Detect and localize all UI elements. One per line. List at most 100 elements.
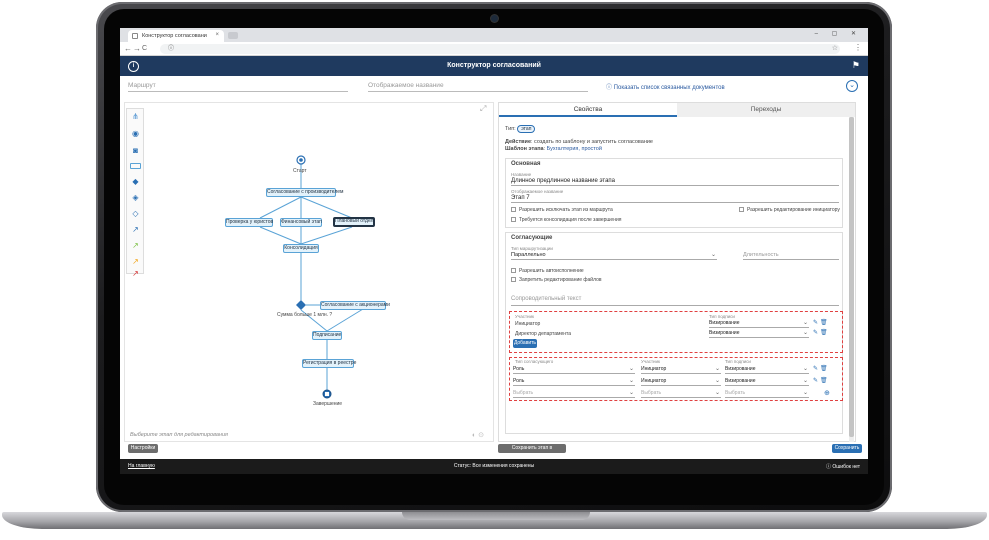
node-finance-stage[interactable]: Финансовый этап [280, 218, 322, 227]
table1-row1-actions[interactable]: ✎🗑 [813, 319, 830, 326]
status-bar: На главную Статус: Все изменения сохране… [120, 459, 868, 474]
table2-new-signature[interactable]: Выбрать ⌄ [725, 389, 809, 398]
start-tool-icon[interactable]: ◉ [131, 129, 140, 138]
tab-transitions[interactable]: Переходы [677, 103, 855, 117]
edit-checkbox-label: Разрешить редактирование инициатору [747, 207, 840, 213]
stop-tool-icon[interactable]: ◙ [131, 146, 140, 155]
window-controls[interactable]: – ▢ ✕ [815, 30, 862, 37]
table2-header-signature: Тип подписи [725, 359, 751, 364]
table1-row1-signature[interactable]: Визирование ⌄ [709, 319, 809, 328]
arrow-red-tool-icon[interactable]: ↗ [131, 269, 140, 278]
table2-row1-type-value: Роль [513, 366, 525, 372]
node-approval-producer[interactable]: Согласование с производителем [266, 188, 343, 197]
fork-tool-icon[interactable]: ◈ [131, 193, 140, 202]
join-tool-icon[interactable]: ◇ [131, 209, 140, 218]
flag-icon[interactable]: ⚑ [852, 60, 860, 71]
node-legal-check[interactable]: Проверка у юристов [225, 218, 273, 227]
table2-row2-signature[interactable]: Визирование ⌄ [725, 377, 809, 386]
table2-row1-participant-value: Инициатор [641, 366, 667, 372]
display-name-field[interactable]: Этап 7 [511, 193, 839, 203]
table1-row2-signature-value: Визирование [709, 330, 740, 336]
checkbox-icon[interactable] [511, 277, 516, 283]
tree-tool-icon[interactable]: ⋔ [131, 112, 140, 121]
template-link[interactable]: Бухгалтерия, простой [547, 146, 602, 152]
table2-row1-participant[interactable]: Инициатор ⌄ [641, 365, 721, 374]
new-tab-button[interactable] [228, 32, 238, 39]
display-name-input[interactable]: Отображаемое название [368, 80, 588, 92]
checkbox-icon[interactable] [511, 207, 516, 213]
app-title: Конструктор согласований [447, 62, 541, 69]
type-label: Тип [505, 126, 515, 132]
back-icon[interactable]: ← [124, 44, 132, 54]
checkbox-icon[interactable] [511, 217, 516, 223]
node-shareholders[interactable]: Согласование с акционерами [320, 301, 390, 310]
add-participant-button[interactable]: Добавить [513, 339, 537, 348]
table2-row1-signature[interactable]: Визирование ⌄ [725, 365, 809, 374]
chevron-down-icon: ⌄ [628, 366, 634, 372]
arrow-green-tool-icon[interactable]: ↗ [131, 241, 140, 250]
template-row: Шаблон этапа: Бухгалтерия, простой [505, 146, 602, 152]
type-row: Тип: этап [505, 125, 536, 133]
collapse-chevron-icon[interactable]: ⌄ [846, 80, 858, 92]
table2-row2-actions[interactable]: ✎🗑 [813, 377, 830, 384]
canvas-zoom-icon[interactable]: ◐ ⊙ [472, 431, 484, 439]
edit-checkbox[interactable]: Разрешить редактирование инициатору [739, 207, 840, 213]
arrow-orange-tool-icon[interactable]: ↗ [131, 257, 140, 266]
address-bar[interactable]: ⓘ [160, 44, 840, 54]
table2-row2-participant[interactable]: Инициатор ⌄ [641, 377, 721, 386]
table2-header-participant: Участник [641, 359, 660, 364]
node-sum-condition-label: Сумма больше 1 млн. ? [277, 312, 333, 318]
app-header: i Конструктор согласований ⚑ [120, 56, 868, 76]
checkbox-icon[interactable] [739, 207, 744, 213]
table2-row1-actions[interactable]: ✎🗑 [813, 365, 830, 372]
routing-type-value: Параллельно [511, 252, 546, 258]
node-signing[interactable]: Подписание [312, 331, 342, 340]
browser-tabbar: Конструктор согласовани × – ▢ ✕ [120, 28, 868, 42]
stage-tool-icon[interactable] [130, 163, 141, 169]
node-registry[interactable]: Регистрация в реестре [302, 359, 356, 368]
checkbox-icon[interactable] [511, 268, 516, 274]
chevron-down-icon: ⌄ [802, 366, 808, 372]
consolidate-checkbox[interactable]: Требуется консолидация после завершения [511, 217, 621, 223]
table2-row2-participant-value: Инициатор [641, 378, 667, 384]
cover-text-field[interactable]: Сопроводительный текст [511, 294, 839, 306]
laptop-notch [402, 512, 590, 520]
auto-exec-checkbox[interactable]: Разрешить автоисполнение [511, 268, 584, 274]
node-planning-dept[interactable]: Плановый отдел [333, 217, 375, 227]
table2-new-type[interactable]: Выбрать ⌄ [513, 389, 635, 398]
exclude-checkbox[interactable]: Разрешить исключать этап из маршрута [511, 207, 613, 213]
expand-icon[interactable]: ⤢ [480, 104, 486, 114]
node-consolidation[interactable]: Консолидация [283, 244, 319, 253]
bookmark-star-icon[interactable]: ☆ [832, 44, 838, 52]
browser-tab[interactable]: Конструктор согласовани × [128, 30, 224, 42]
settings-button[interactable]: Настройки [128, 444, 158, 453]
diagram-canvas[interactable] [124, 102, 494, 442]
table2-row2-signature-value: Визирование [725, 378, 756, 384]
add-row-icon[interactable]: ⊕ [824, 389, 832, 397]
linked-docs-link[interactable]: ⓘ Показать список связанных документов [606, 82, 725, 91]
condition-tool-icon[interactable]: ◆ [131, 177, 140, 186]
table1-row2-signature[interactable]: Визирование ⌄ [709, 329, 809, 338]
routing-type-select[interactable]: Параллельно ⌄ [511, 251, 717, 260]
table1-row2-actions[interactable]: ✎🗑 [813, 329, 830, 336]
panel-scrollbar[interactable] [849, 117, 854, 437]
tab-properties[interactable]: Свойства [499, 103, 677, 117]
site-info-icon[interactable]: ⓘ [168, 46, 174, 52]
browser-tab-title: Конструктор согласовани [142, 33, 207, 39]
duration-input[interactable]: Длительность [743, 251, 839, 260]
close-tab-icon[interactable]: × [215, 32, 219, 38]
save-to-library-button[interactable]: Сохранить этап в библиотеку [498, 444, 566, 460]
table2-row2-type[interactable]: Роль ⌄ [513, 377, 635, 386]
table2-row1-type[interactable]: Роль ⌄ [513, 365, 635, 374]
node-finish-label: Завершение [313, 401, 343, 407]
reload-icon[interactable]: C [142, 44, 147, 54]
name-field[interactable]: Длинное предлинное название этапа [511, 176, 839, 186]
save-button[interactable]: Сохранить [832, 444, 862, 453]
arrow-blue-tool-icon[interactable]: ↗ [131, 225, 140, 234]
table2-new-participant[interactable]: Выбрать ⌄ [641, 389, 721, 398]
route-input[interactable]: Маршрут [128, 80, 348, 92]
no-files-checkbox[interactable]: Запретить редактирование файлов [511, 277, 602, 283]
forward-icon[interactable]: → [133, 44, 141, 54]
action-label: Действие [505, 139, 531, 145]
browser-menu-icon[interactable]: ⋮ [854, 43, 862, 52]
